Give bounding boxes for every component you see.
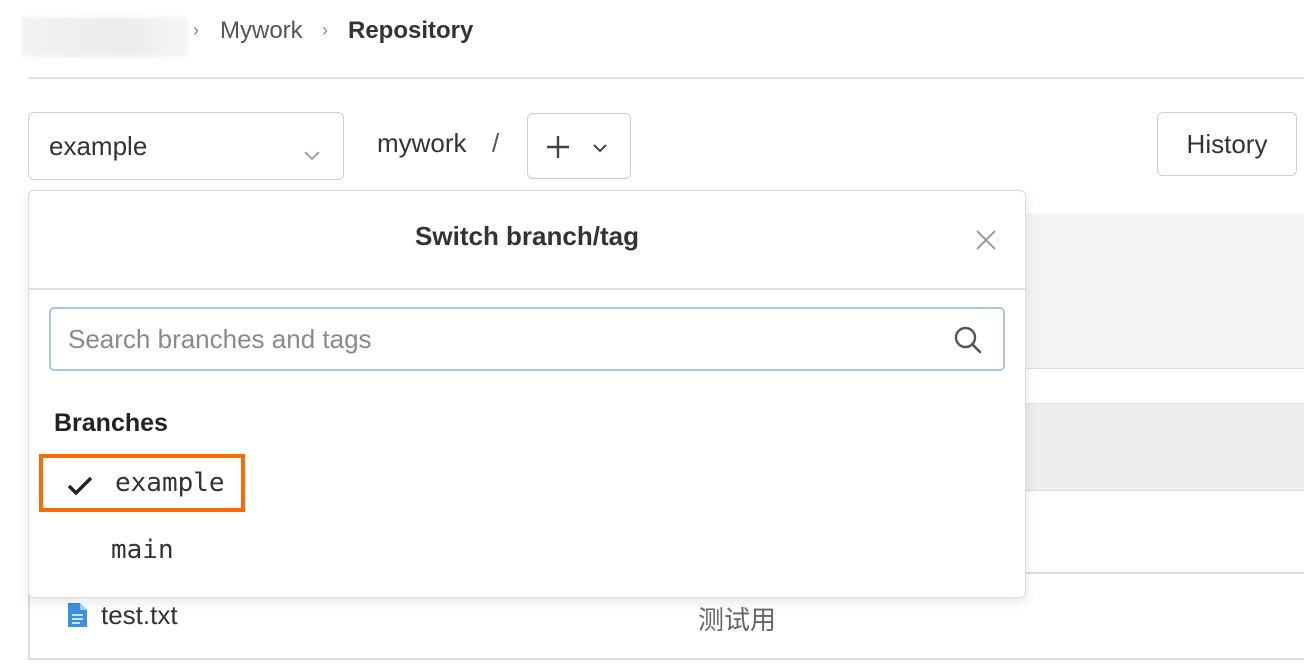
file-commit-message: 测试用 <box>698 605 777 635</box>
checkmark-icon <box>67 476 93 501</box>
file-name[interactable]: test.txt <box>101 600 178 631</box>
header-divider <box>28 77 1304 79</box>
branch-item-main[interactable]: main <box>39 521 245 579</box>
row-divider <box>28 658 1304 660</box>
close-icon[interactable] <box>975 229 997 256</box>
switch-branch-dropdown: Switch branch/tag Branches example main <box>28 190 1026 598</box>
branch-search-input[interactable] <box>66 322 930 356</box>
history-button[interactable]: History <box>1157 112 1297 176</box>
branch-name: example <box>115 468 225 498</box>
dropdown-title: Switch branch/tag <box>415 221 639 251</box>
background-table-header <box>1025 403 1304 491</box>
branch-item-example[interactable]: example <box>39 454 245 512</box>
path-separator: / <box>492 128 500 158</box>
breadcrumb-item-mywork[interactable]: Mywork <box>220 17 303 45</box>
row-divider <box>1025 572 1304 574</box>
branch-select[interactable]: example <box>28 112 344 180</box>
branch-name: main <box>111 535 174 565</box>
breadcrumb-separator: › <box>193 20 199 40</box>
branches-section-label: Branches <box>54 409 168 437</box>
file-icon <box>66 602 88 633</box>
repo-path-label[interactable]: mywork <box>377 128 467 159</box>
search-icon[interactable] <box>953 325 983 360</box>
chevron-down-icon <box>592 141 608 159</box>
chevron-down-icon <box>303 138 321 169</box>
dropdown-divider <box>29 288 1025 290</box>
branch-search-box[interactable] <box>49 307 1005 371</box>
plus-icon <box>544 133 572 166</box>
add-file-button[interactable] <box>527 113 631 179</box>
breadcrumb-separator: › <box>322 20 328 40</box>
background-panel <box>1025 214 1304 369</box>
branch-select-value: example <box>49 130 148 161</box>
breadcrumb-item-repository: Repository <box>348 17 474 44</box>
breadcrumb-root-blurred[interactable] <box>22 17 188 57</box>
